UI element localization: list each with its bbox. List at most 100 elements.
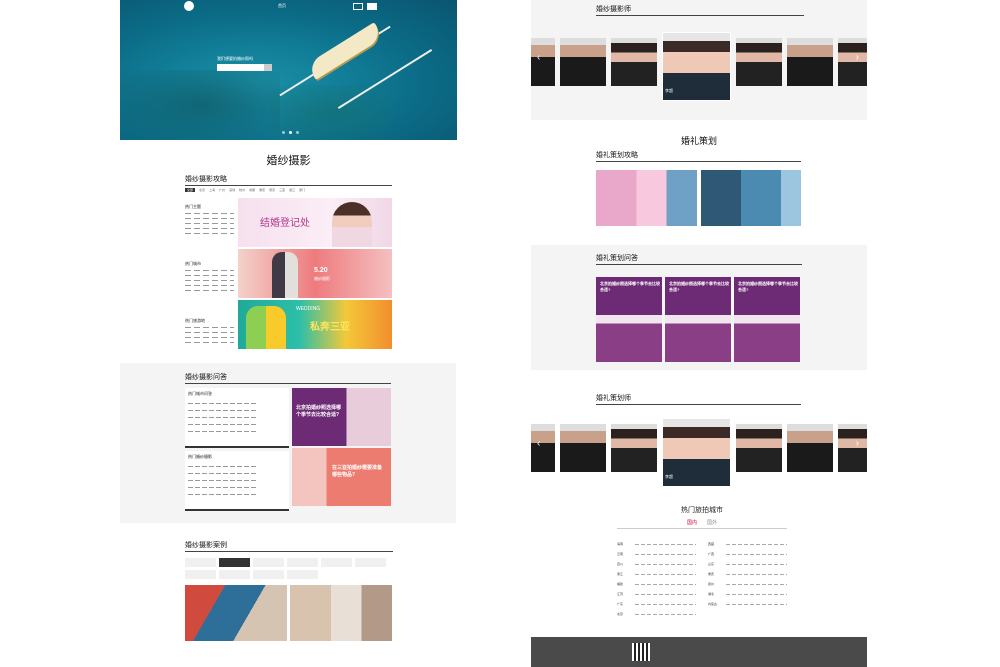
login-button[interactable] — [353, 2, 363, 10]
planner-thumb[interactable] — [787, 424, 833, 472]
tag[interactable]: 三亚 — [279, 188, 285, 192]
tab-overseas[interactable]: 国外 — [707, 519, 717, 526]
photographer-thumb[interactable] — [736, 38, 782, 86]
city-name[interactable]: 北京 — [617, 612, 631, 616]
photographer-thumb[interactable] — [838, 38, 867, 86]
tag[interactable]: 重庆 — [259, 188, 265, 192]
logo-icon[interactable] — [184, 1, 194, 11]
case-tab[interactable] — [321, 558, 352, 567]
guide-content: 热门主题 热门城市 热门旅游地 结婚登记处 5.20 婚纱摄影 WEDDING … — [185, 198, 392, 369]
photographer-featured[interactable]: 李超 — [662, 32, 731, 101]
tag[interactable]: 上海 — [209, 188, 215, 192]
city-name[interactable]: 江苏 — [617, 592, 631, 596]
planner-thumb[interactable] — [560, 424, 606, 472]
photographer-thumb[interactable] — [611, 38, 657, 86]
banner-sanya[interactable]: WEDDING 私奔三亚 — [238, 300, 392, 349]
qa-card[interactable]: 北京拍婚纱照选择哪个季节去比较合适? — [665, 277, 731, 362]
nav-link[interactable]: 首页 — [278, 3, 286, 9]
city-row: 湖北 — [708, 589, 787, 599]
tab-domestic[interactable]: 国内 — [687, 519, 697, 526]
city-name[interactable]: 四川 — [617, 562, 631, 566]
case-photo[interactable] — [290, 585, 392, 641]
city-name[interactable]: 贵州 — [708, 582, 722, 586]
photographer-thumb[interactable] — [560, 38, 606, 86]
case-tab[interactable] — [287, 558, 318, 567]
city-name[interactable]: 广东 — [617, 602, 631, 606]
chevron-right-icon[interactable]: › — [856, 438, 859, 449]
tag[interactable]: 北京 — [199, 188, 205, 192]
qa-list: 热门城市问答 — [185, 388, 289, 448]
search-icon[interactable] — [264, 64, 272, 71]
photographer-thumb[interactable] — [531, 38, 555, 86]
section-title-wedding-photo: 婚纱摄影 — [266, 155, 311, 167]
qa-cards: 北京拍婚纱照选择哪个季节去比较合适? 北京拍婚纱照选择哪个季节去比较合适? 北京… — [596, 277, 802, 362]
tag[interactable]: 深圳 — [229, 188, 235, 192]
footer — [531, 637, 867, 667]
tag[interactable]: 广州 — [219, 188, 225, 192]
city-name[interactable]: 内蒙古 — [708, 602, 722, 606]
city-column: 西藏 广西 山东 重庆 贵州 湖北 内蒙古 — [708, 539, 787, 619]
section-header: 婚纱摄影案例 — [185, 540, 393, 552]
city-name[interactable]: 西藏 — [708, 542, 722, 546]
case-photo[interactable] — [185, 585, 287, 641]
case-tab[interactable] — [253, 558, 284, 567]
photographer-thumb[interactable] — [787, 38, 833, 86]
planner-thumb[interactable] — [531, 424, 555, 472]
qa-card[interactable]: 北京拍婚纱照选择哪个季节去比较合适? — [734, 277, 800, 362]
qa-card-text: 北京拍婚纱照选择哪个季节去比较合适? — [600, 281, 660, 292]
section-header: 婚礼策划师 — [596, 393, 801, 405]
tag[interactable]: 厦门 — [299, 188, 305, 192]
case-tab[interactable] — [287, 570, 318, 579]
hero-search: 我们想要拍婚纱照吗 — [217, 56, 279, 74]
reef — [120, 70, 280, 140]
city-name[interactable]: 重庆 — [708, 572, 722, 576]
planning-photo[interactable] — [700, 170, 801, 226]
qa-content: 热门城市问答 热门婚纱摄影 北京拍婚纱照选择哪个季节去比较合适? 在三亚拍婚纱需… — [185, 388, 391, 514]
city-name[interactable]: 湖北 — [708, 592, 722, 596]
tag[interactable]: 成都 — [249, 188, 255, 192]
case-tab[interactable] — [219, 570, 250, 579]
carousel-dot[interactable] — [296, 131, 299, 134]
city-name[interactable]: 山东 — [708, 562, 722, 566]
search-input[interactable] — [217, 64, 272, 71]
planner-featured[interactable]: 李超 — [662, 418, 731, 487]
qa-card[interactable]: 北京拍婚纱照选择哪个季节去比较合适? — [596, 277, 662, 362]
carousel-dot[interactable] — [289, 131, 292, 134]
case-tab[interactable] — [355, 558, 386, 567]
carousel-dot[interactable] — [282, 131, 285, 134]
city-name[interactable]: 云南 — [617, 552, 631, 556]
chevron-right-icon[interactable]: › — [856, 52, 859, 63]
case-tab[interactable] — [253, 570, 284, 579]
banner-subtext: 婚纱摄影 — [314, 276, 330, 281]
city-name[interactable]: 浙江 — [617, 572, 631, 576]
register-button[interactable] — [367, 2, 377, 10]
guide-section: 婚纱摄影攻略 全部 北京 上海 广州 深圳 杭州 成都 重庆 南京 三亚 丽江 … — [185, 174, 392, 369]
qa-picture[interactable]: 北京拍婚纱照选择哪个季节去比较合适? — [292, 388, 391, 446]
planner-thumb[interactable] — [736, 424, 782, 472]
tag[interactable]: 全部 — [185, 188, 196, 192]
banner-registration[interactable]: 结婚登记处 — [238, 198, 392, 247]
city-row: 江苏 — [617, 589, 696, 599]
planner-thumb[interactable] — [611, 424, 657, 472]
planner-thumb[interactable] — [838, 424, 867, 472]
case-tab[interactable] — [185, 558, 216, 567]
case-tab[interactable] — [185, 570, 216, 579]
city-name[interactable]: 福建 — [617, 582, 631, 586]
banner-520[interactable]: 5.20 婚纱摄影 — [238, 249, 392, 298]
chevron-left-icon[interactable]: ‹ — [537, 438, 540, 449]
tag[interactable]: 杭州 — [239, 188, 245, 192]
city-column: 海南 云南 四川 浙江 福建 江苏 广东 北京 — [617, 539, 696, 619]
city-name[interactable]: 海南 — [617, 542, 631, 546]
qa-pictures: 北京拍婚纱照选择哪个季节去比较合适? 在三亚拍婚纱需要准备哪些物品? — [292, 388, 391, 514]
case-tab[interactable] — [219, 558, 250, 567]
city-tags: 全部 北京 上海 广州 深圳 杭州 成都 重庆 南京 三亚 丽江 厦门 — [185, 188, 392, 192]
city-row: 重庆 — [708, 569, 787, 579]
tag[interactable]: 丽江 — [289, 188, 295, 192]
qa-picture[interactable]: 在三亚拍婚纱需要准备哪些物品? — [292, 448, 391, 506]
tag[interactable]: 南京 — [269, 188, 275, 192]
chevron-left-icon[interactable]: ‹ — [537, 52, 540, 63]
city-name[interactable]: 广西 — [708, 552, 722, 556]
planning-photo[interactable] — [596, 170, 697, 226]
planner-name: 李超 — [665, 474, 673, 479]
city-row: 四川 — [617, 559, 696, 569]
